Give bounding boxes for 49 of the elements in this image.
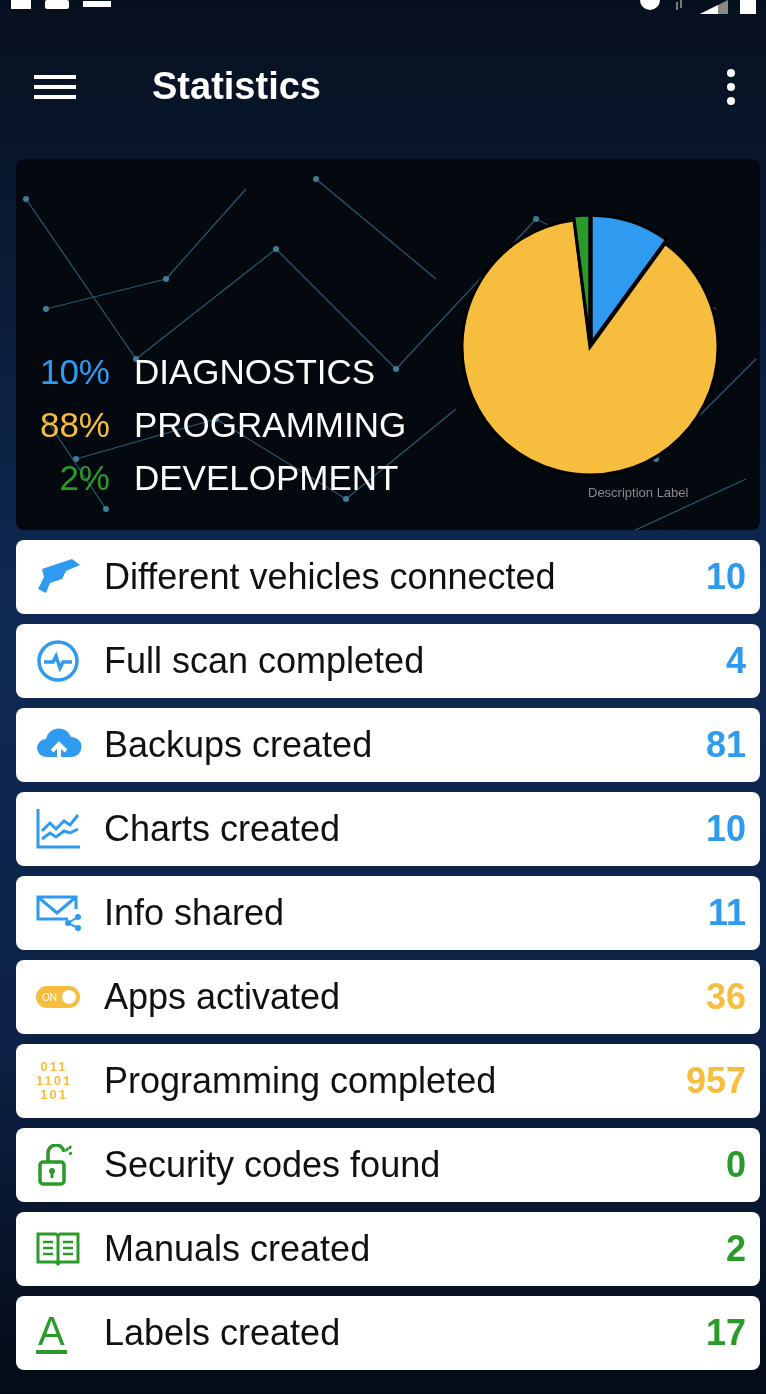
stat-row[interactable]: 011 1101 101 Programming completed 957 bbox=[16, 1044, 760, 1118]
stat-label: Info shared bbox=[104, 892, 286, 934]
signal-icon bbox=[700, 0, 728, 14]
stat-label: Full scan completed bbox=[104, 640, 426, 682]
legend-percent: 88% bbox=[38, 404, 110, 446]
stat-value: 81 bbox=[705, 724, 746, 766]
more-options-button[interactable] bbox=[726, 68, 736, 105]
stat-value: 957 bbox=[685, 1060, 746, 1102]
stat-value: 11 bbox=[707, 892, 746, 934]
stat-value: 4 bbox=[725, 640, 746, 682]
menu-button[interactable] bbox=[34, 73, 76, 100]
stat-label: Security codes found bbox=[104, 1144, 442, 1186]
stat-row[interactable]: Charts created 10 bbox=[16, 792, 760, 866]
stat-row[interactable]: Different vehicles connected 10 bbox=[16, 540, 760, 614]
stat-label: Different vehicles connected bbox=[104, 556, 557, 598]
stat-value: 10 bbox=[705, 556, 746, 598]
stat-row[interactable]: Security codes found 0 bbox=[16, 1128, 760, 1202]
toggle-icon: ON bbox=[36, 986, 80, 1008]
stat-row[interactable]: A Labels created 17 bbox=[16, 1296, 760, 1370]
battery-icon bbox=[740, 0, 756, 14]
legend-label: DIAGNOSTICS bbox=[134, 351, 376, 393]
chart-description: Description Label bbox=[588, 485, 689, 500]
pulse-icon bbox=[36, 639, 80, 683]
stat-label: Apps activated bbox=[104, 976, 342, 1018]
stat-row[interactable]: Info shared 11 bbox=[16, 876, 760, 950]
stat-label: Labels created bbox=[104, 1312, 342, 1354]
legend-label: PROGRAMMING bbox=[134, 404, 407, 446]
legend-percent: 10% bbox=[38, 351, 110, 393]
stat-value: 10 bbox=[705, 808, 746, 850]
line-chart-icon bbox=[36, 809, 80, 849]
binary-icon: 011 1101 101 bbox=[36, 1060, 73, 1102]
stat-value: 36 bbox=[705, 976, 746, 1018]
stat-value: 17 bbox=[705, 1312, 746, 1354]
stat-row[interactable]: Manuals created 2 bbox=[16, 1212, 760, 1286]
stat-value: 2 bbox=[725, 1228, 746, 1270]
legend-percent: 2% bbox=[58, 457, 110, 499]
mail-share-icon bbox=[36, 895, 82, 931]
stat-label: Programming completed bbox=[104, 1060, 498, 1102]
stat-row[interactable]: ON Apps activated 36 bbox=[16, 960, 760, 1034]
open-book-icon bbox=[36, 1232, 80, 1266]
screen-title: Statistics bbox=[152, 65, 321, 108]
stat-label: Backups created bbox=[104, 724, 374, 766]
vehicle-icon bbox=[36, 559, 82, 595]
legend-label: DEVELOPMENT bbox=[134, 457, 399, 499]
stat-value: 0 bbox=[725, 1144, 746, 1186]
stat-row[interactable]: Backups created 81 bbox=[16, 708, 760, 782]
stat-row[interactable]: Full scan completed 4 bbox=[16, 624, 760, 698]
stat-label: Charts created bbox=[104, 808, 342, 850]
stat-label: Manuals created bbox=[104, 1228, 372, 1270]
